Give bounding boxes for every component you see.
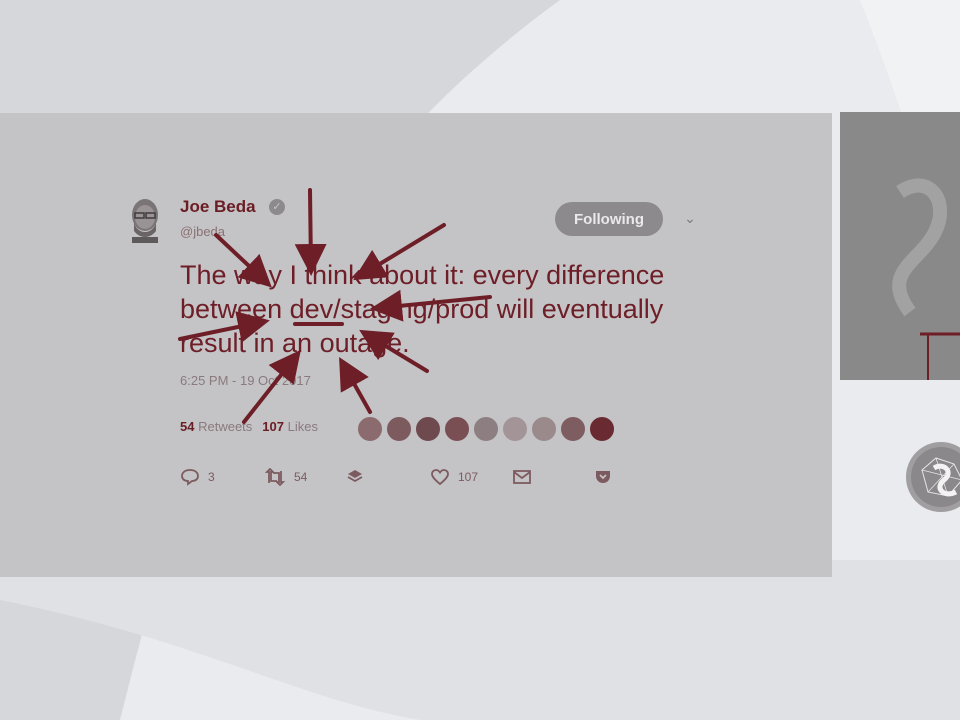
liker-avatar[interactable]: [415, 416, 441, 442]
tweet-actions: 3 54 107: [180, 466, 640, 488]
like-action[interactable]: 107: [430, 466, 478, 488]
stack-action[interactable]: [346, 466, 372, 488]
like-count: 107: [458, 470, 479, 484]
tweet-timestamp[interactable]: 6:25 PM - 19 Oct 2017: [180, 373, 311, 388]
verified-badge-icon: ✓: [269, 199, 285, 215]
chevron-down-icon[interactable]: ⌄: [681, 209, 699, 227]
liker-avatar[interactable]: [473, 416, 499, 442]
likes-count: 107: [262, 419, 284, 434]
reply-action[interactable]: 3: [180, 466, 215, 488]
message-action[interactable]: [512, 466, 540, 488]
pocket-action[interactable]: [594, 466, 620, 488]
liker-avatar[interactable]: [589, 416, 615, 442]
stack-icon: [347, 470, 363, 483]
retweet-count: 54: [294, 470, 308, 484]
liker-avatar[interactable]: [560, 416, 586, 442]
retweet-icon: [264, 468, 286, 486]
author-handle[interactable]: @jbeda: [180, 224, 225, 239]
likes-label: Likes: [287, 419, 318, 434]
envelope-icon: [513, 470, 531, 484]
heart-icon: [431, 469, 449, 486]
liker-avatar[interactable]: [386, 416, 412, 442]
pocket-icon: [596, 471, 610, 483]
side-slide-preview: [840, 112, 960, 380]
liker-avatar[interactable]: [531, 416, 557, 442]
retweets-label: Retweets: [198, 419, 253, 434]
likes-stat[interactable]: 107 Likes: [262, 419, 318, 434]
liker-avatar[interactable]: [444, 416, 470, 442]
retweet-action[interactable]: 54: [264, 466, 307, 488]
reply-icon: [181, 469, 199, 486]
constellation-logo-icon: [906, 442, 960, 512]
tweet-text: The way I think about it: every differen…: [180, 260, 665, 358]
reply-count: 3: [208, 470, 215, 484]
author-avatar[interactable]: [126, 195, 164, 243]
liker-avatar[interactable]: [502, 416, 528, 442]
following-button[interactable]: Following: [555, 202, 663, 236]
retweets-count: 54: [180, 419, 195, 434]
tweet-stats: 54 Retweets 107 Likes: [180, 419, 318, 434]
retweets-stat[interactable]: 54 Retweets: [180, 419, 252, 434]
author-display-name[interactable]: Joe Beda: [180, 197, 256, 217]
liker-avatar[interactable]: [357, 416, 383, 442]
